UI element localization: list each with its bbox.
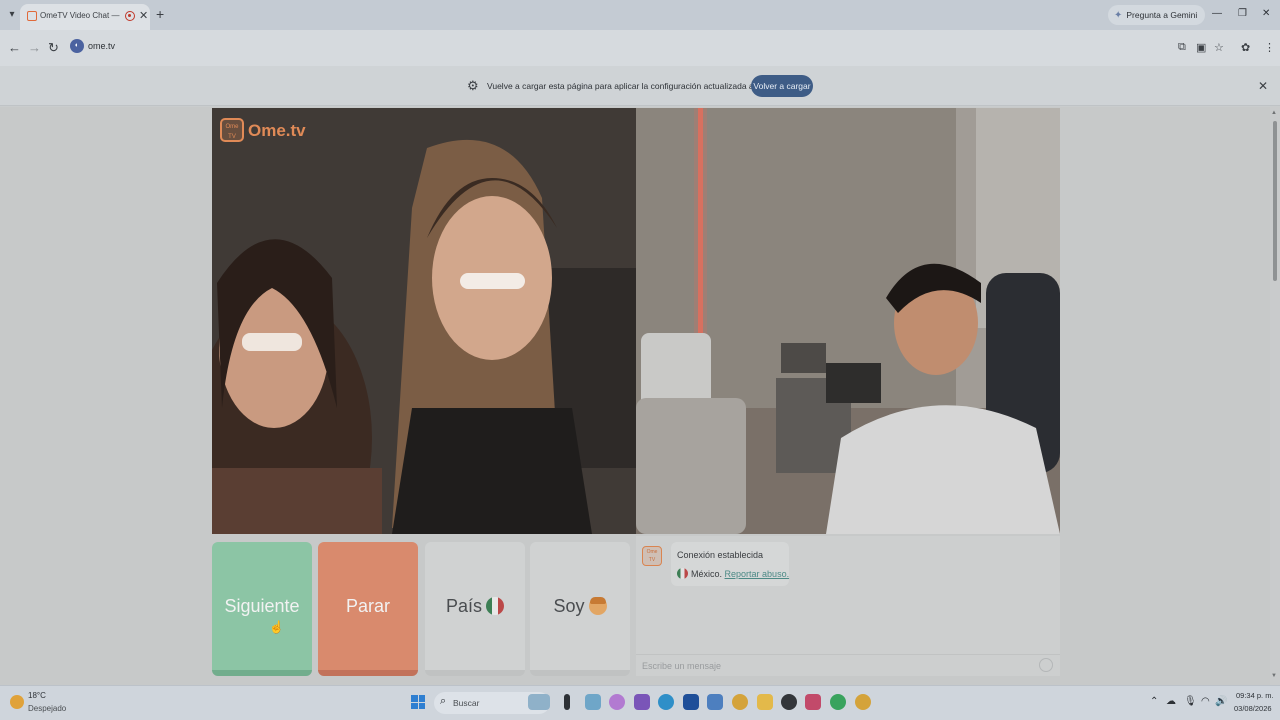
spotify-app-icon[interactable] xyxy=(830,694,846,710)
gemini-sparkle-icon: ✦ xyxy=(1114,10,1123,21)
reload-infobar: ⚙ Vuelve a cargar esta página para aplic… xyxy=(0,66,1280,106)
infobar-message: Vuelve a cargar esta página para aplicar… xyxy=(487,81,790,91)
gender-button-label: Soy xyxy=(553,596,585,616)
scroll-down-icon[interactable]: ▼ xyxy=(1271,673,1277,679)
reload-icon[interactable]: ↻ xyxy=(48,40,59,56)
wifi-icon[interactable]: ◠ xyxy=(1201,696,1210,707)
restore-icon[interactable]: ❐ xyxy=(1238,8,1247,19)
gender-button[interactable]: Soy xyxy=(530,542,630,676)
tab-strip: ▾ OmeTV Video Chat — Ome ✕ + ✦Pregunta a… xyxy=(0,0,1280,30)
mexico-flag-icon xyxy=(677,568,688,579)
menu-icon[interactable]: ⋮ xyxy=(1264,41,1275,54)
terminal-app-icon[interactable] xyxy=(564,694,570,710)
search-icon: ⌕ xyxy=(440,695,447,707)
message-composer xyxy=(636,654,1060,676)
store-app-icon[interactable] xyxy=(683,694,699,710)
copilot-app-icon[interactable] xyxy=(609,694,625,710)
clock-date[interactable]: 03/08/2026 xyxy=(1234,704,1272,713)
cast-icon[interactable]: ▣ xyxy=(1196,41,1206,54)
gemini-label: Pregunta a Gemini xyxy=(1126,10,1198,20)
explorer-app-icon[interactable] xyxy=(585,694,601,710)
windows-start-icon[interactable] xyxy=(411,695,425,709)
search-placeholder: Buscar xyxy=(453,698,480,708)
weather-moon-icon[interactable] xyxy=(10,695,24,709)
mexico-flag-icon xyxy=(486,597,505,615)
volume-icon[interactable]: 🔊 xyxy=(1215,696,1227,707)
onenote-app-icon[interactable] xyxy=(634,694,650,710)
boy-face-icon xyxy=(588,597,607,615)
message-input[interactable] xyxy=(642,658,1022,674)
next-button[interactable]: Siguiente xyxy=(212,542,312,676)
tab-list-icon[interactable]: ▾ xyxy=(4,7,20,23)
emoji-icon[interactable] xyxy=(1039,658,1053,672)
edge-app-icon[interactable] xyxy=(658,694,674,710)
country-name: México. xyxy=(691,569,723,579)
chrome-app-icon[interactable] xyxy=(732,694,748,710)
ometv-favicon-icon xyxy=(27,11,37,21)
microphone-icon[interactable]: 🎙 xyxy=(1184,696,1197,707)
obs-app-icon[interactable] xyxy=(781,694,797,710)
scroll-thumb[interactable] xyxy=(1273,121,1277,281)
self-video xyxy=(636,108,1060,534)
report-abuse-link[interactable]: Reportar abuso. xyxy=(725,569,790,579)
tab-title: OmeTV Video Chat — Ome xyxy=(40,11,122,20)
back-icon[interactable]: ← xyxy=(8,40,21,55)
new-tab-button[interactable]: + xyxy=(156,6,164,22)
window-close-icon[interactable]: ✕ xyxy=(1262,8,1270,19)
scroll-up-icon[interactable]: ▲ xyxy=(1271,110,1277,116)
folder-app-icon[interactable] xyxy=(757,694,773,710)
forward-icon[interactable]: → xyxy=(28,40,41,55)
browser-tab[interactable]: OmeTV Video Chat — Ome ✕ xyxy=(20,4,150,30)
extension-icon[interactable]: ✿ xyxy=(1241,41,1250,54)
system-avatar-icon: Ome TV xyxy=(642,546,662,566)
tiktok-app-icon[interactable] xyxy=(805,694,821,710)
chat-panel: Ome TV Conexión establecida México. Repo… xyxy=(636,536,1060,676)
stop-button[interactable]: Parar xyxy=(318,542,418,676)
self-video-frame xyxy=(636,108,1060,534)
next-button-label: Siguiente xyxy=(224,596,300,616)
translate-icon[interactable]: ⧉ xyxy=(1178,41,1186,54)
country-button[interactable]: País xyxy=(425,542,525,676)
page-scrollbar[interactable]: ▲ ▼ xyxy=(1270,107,1280,685)
reload-page-button[interactable]: Volver a cargar xyxy=(751,75,813,97)
widgets-app-icon[interactable] xyxy=(528,694,550,710)
hand-cursor-icon: ☝ xyxy=(269,620,284,634)
connection-status: Conexión establecida xyxy=(677,550,764,560)
stop-button-label: Parar xyxy=(345,596,390,616)
weather-description[interactable]: Despejado xyxy=(28,704,66,713)
bookmark-star-icon[interactable]: ☆ xyxy=(1214,41,1224,54)
vscode-app-icon[interactable] xyxy=(707,694,723,710)
gemini-button[interactable]: ✦ Pregunta a Gemini xyxy=(1108,5,1206,25)
windows-taskbar: 18°C Despejado ⌕ Buscar ⌃ ☁ 🎙 ◠ 🔊 09:34 … xyxy=(0,685,1280,720)
tab-close-button[interactable]: ✕ xyxy=(139,9,148,22)
system-message: Conexión establecida México. Reportar ab… xyxy=(671,542,789,586)
browser-toolbar: ← → ↻ ◐ ome.tv ⧉ ▣ ☆ ✿ ⋮ xyxy=(0,30,1280,66)
chrome-active-app-icon[interactable] xyxy=(855,694,871,710)
tray-overflow-icon[interactable]: ⌃ xyxy=(1150,696,1158,707)
gear-icon: ⚙ xyxy=(467,78,479,93)
close-icon[interactable]: ✕ xyxy=(1258,79,1268,93)
site-info-icon[interactable]: ◐ xyxy=(70,39,84,53)
partner-video: Ome TV Ome.tv xyxy=(212,108,636,534)
partner-country: México. Reportar abuso. xyxy=(677,568,789,579)
weather-temperature[interactable]: 18°C xyxy=(28,691,46,700)
onedrive-icon[interactable]: ☁ xyxy=(1166,696,1176,707)
clock-time[interactable]: 09:34 p. m. xyxy=(1236,691,1274,700)
country-button-label: País xyxy=(445,596,483,616)
minimize-icon[interactable]: — xyxy=(1212,8,1222,19)
address-bar[interactable]: ome.tv xyxy=(88,41,115,51)
recording-icon xyxy=(125,11,135,21)
ometv-logo-icon: Ome TV xyxy=(220,118,244,142)
logo-text: Ome.tv xyxy=(248,121,306,140)
partner-video-frame xyxy=(212,108,636,534)
